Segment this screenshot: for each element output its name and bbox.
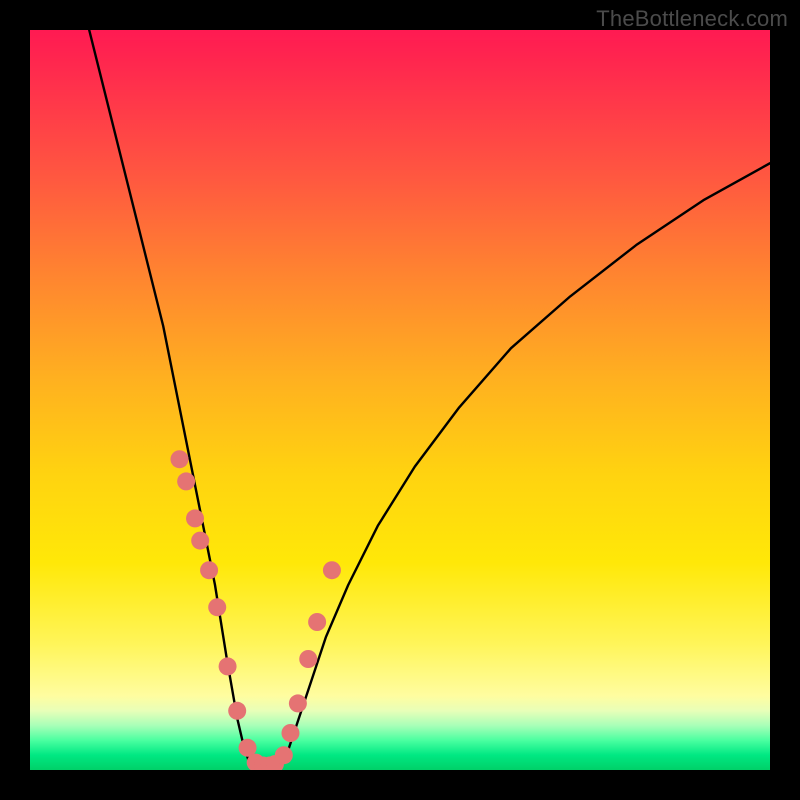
chart-frame: TheBottleneck.com [0,0,800,800]
marker-dot [191,532,209,550]
marker-dot [281,724,299,742]
marker-dot [323,561,341,579]
marker-dot [308,613,326,631]
plot-area [30,30,770,770]
marker-dots [170,450,340,770]
marker-dot [200,561,218,579]
marker-dot [186,509,204,527]
marker-dot [228,702,246,720]
marker-dot [275,746,293,764]
bottleneck-curve [89,30,770,769]
marker-dot [219,657,237,675]
marker-dot [177,472,195,490]
watermark-text: TheBottleneck.com [596,6,788,32]
marker-dot [208,598,226,616]
marker-dot [289,694,307,712]
marker-dot [299,650,317,668]
curve-layer [30,30,770,770]
marker-dot [170,450,188,468]
